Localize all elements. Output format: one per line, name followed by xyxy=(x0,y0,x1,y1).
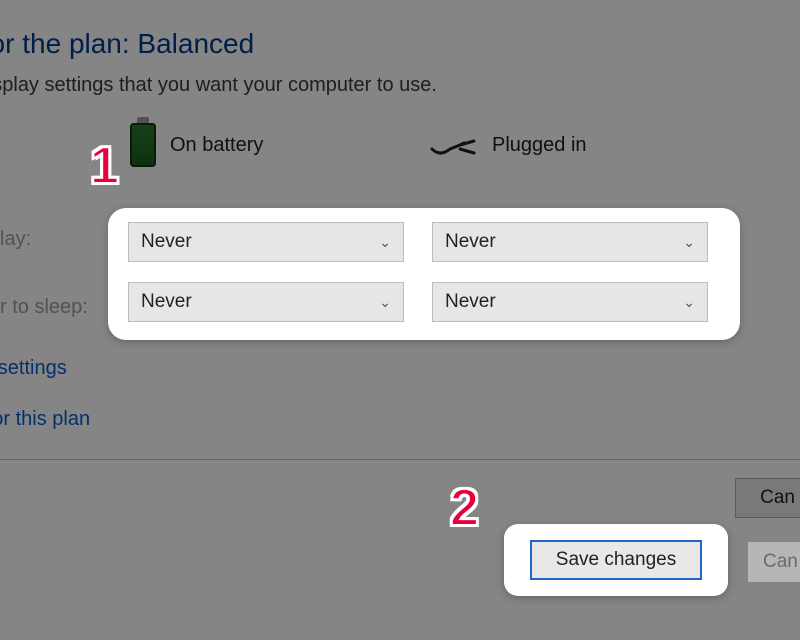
link-advanced-power-settings[interactable]: wer settings xyxy=(0,357,800,380)
page-title: s for the plan: Balanced xyxy=(0,28,800,60)
link-restore-defaults[interactable]: gs for this plan xyxy=(0,408,800,431)
plug-icon xyxy=(430,135,478,155)
col-battery-label: On battery xyxy=(170,134,263,157)
row-sleep: Never ⌄ Never ⌄ xyxy=(128,282,722,322)
chevron-down-icon: ⌄ xyxy=(683,294,695,311)
row-label-sleep: r to sleep: xyxy=(0,296,88,319)
highlight-save: Save changes xyxy=(504,524,728,596)
sleep-battery-dropdown[interactable]: Never ⌄ xyxy=(128,282,404,322)
row-display: Never ⌄ Never ⌄ xyxy=(128,222,722,262)
battery-icon xyxy=(130,123,156,167)
sleep-plugged-value: Never xyxy=(445,291,496,313)
col-plugged-label: Plugged in xyxy=(492,134,587,157)
highlight-dropdowns: Never ⌄ Never ⌄ Never ⌄ Never ⌄ xyxy=(108,208,740,340)
display-battery-value: Never xyxy=(141,231,192,253)
cancel-label: Can xyxy=(760,487,795,509)
cancel-button-peek[interactable]: Can xyxy=(748,542,800,582)
links-area: wer settings gs for this plan xyxy=(0,357,800,431)
callout-1: 1 xyxy=(90,136,119,196)
display-battery-dropdown[interactable]: Never ⌄ xyxy=(128,222,404,262)
col-on-battery: On battery xyxy=(130,123,430,167)
display-plugged-value: Never xyxy=(445,231,496,253)
save-label: Save changes xyxy=(556,549,676,571)
col-plugged-in: Plugged in xyxy=(430,134,730,157)
page-subtitle: d display settings that you want your co… xyxy=(0,74,800,97)
sleep-battery-value: Never xyxy=(141,291,192,313)
chevron-down-icon: ⌄ xyxy=(379,234,391,251)
sleep-plugged-dropdown[interactable]: Never ⌄ xyxy=(432,282,708,322)
chevron-down-icon: ⌄ xyxy=(379,294,391,311)
chevron-down-icon: ⌄ xyxy=(683,234,695,251)
dialog-buttons: Can xyxy=(0,478,800,518)
separator xyxy=(0,459,800,460)
column-headers: On battery Plugged in xyxy=(0,123,800,167)
callout-2: 2 xyxy=(450,478,479,538)
row-label-display: lay: xyxy=(0,228,31,251)
display-plugged-dropdown[interactable]: Never ⌄ xyxy=(432,222,708,262)
save-changes-button[interactable]: Save changes xyxy=(530,540,702,580)
cancel-button[interactable]: Can xyxy=(735,478,800,518)
